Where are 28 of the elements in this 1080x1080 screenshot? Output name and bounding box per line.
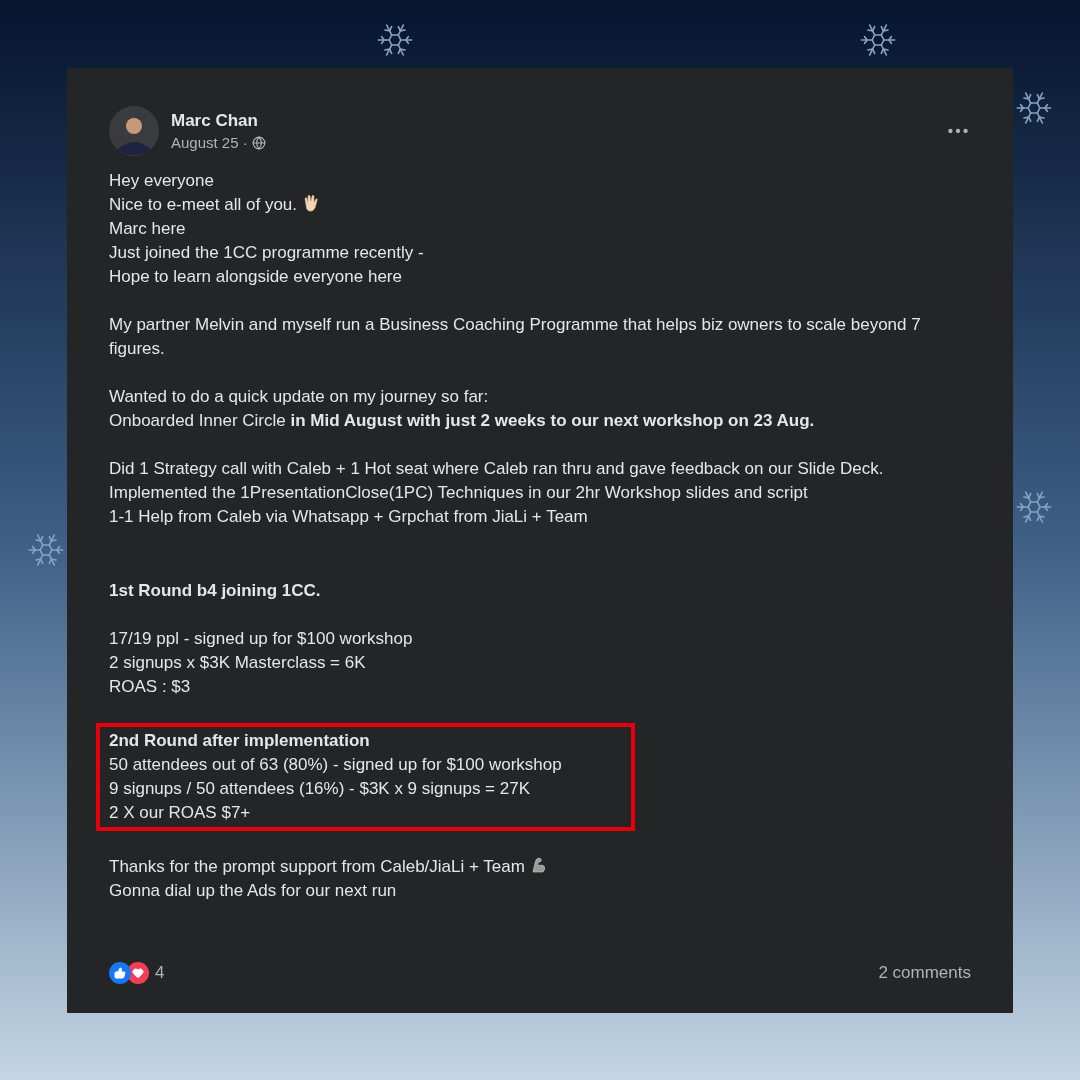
post-text: Just joined the 1CC programme recently - bbox=[109, 243, 424, 262]
post-text: 1-1 Help from Caleb via Whatsapp + Grpchat from JiaLi + Team bbox=[109, 507, 588, 526]
post-text: Hey everyone bbox=[109, 171, 214, 190]
reaction-count[interactable]: 4 bbox=[155, 961, 165, 985]
post-text: Did 1 Strategy call with Caleb + 1 Hot seat where Caleb ran thru and gave feedback on our Slide Deck. bbox=[109, 459, 884, 478]
post-text: Nice to e-meet all of you. bbox=[109, 195, 298, 214]
post-text: Thanks for the prompt support from Caleb/JiaLi + Team bbox=[109, 857, 525, 876]
post-text: 2 signups x $3K Masterclass = 6K bbox=[109, 653, 366, 672]
like-icon bbox=[109, 962, 131, 984]
post-date[interactable]: August 25 · bbox=[171, 133, 248, 153]
comments-link[interactable]: 2 comments bbox=[878, 961, 971, 985]
globe-icon bbox=[251, 136, 266, 150]
post-text: 2nd Round after implementation bbox=[109, 731, 370, 750]
post-text: Implemented the 1PresentationClose(1PC) Techniques in our 2hr Workshop slides and script bbox=[109, 483, 808, 502]
post-text: 50 attendees out of 63 (80%) - signed up for $100 workshop bbox=[109, 755, 562, 774]
post-text: 2 X our ROAS $7+ bbox=[109, 803, 251, 822]
post-text: Marc here bbox=[109, 219, 186, 238]
post-text: Hope to learn alongside everyone here bbox=[109, 267, 402, 286]
post-text: Onboarded Inner Circle in Mid August with just 2 weeks to our next workshop on 23 Aug. bbox=[109, 411, 815, 430]
avatar bbox=[109, 106, 159, 156]
post-text: Wanted to do a quick update on my journey so far: bbox=[109, 387, 489, 406]
post-text: Gonna dial up the Ads for our next run bbox=[109, 881, 397, 900]
post-text: ROAS : $3 bbox=[109, 677, 191, 696]
author-name[interactable]: Marc Chan bbox=[171, 109, 266, 133]
post-text: 1st Round b4 joining 1CC. bbox=[109, 581, 321, 600]
post-text: 9 signups / 50 attendees (16%) - $3K x 9 signups = 27K bbox=[109, 779, 530, 798]
post-text: 17/19 ppl - signed up for $100 workshop bbox=[109, 629, 413, 648]
post-text: My partner Melvin and myself run a Business Coaching Programme that helps biz owners to scale beyond 7 figures. bbox=[109, 315, 921, 358]
